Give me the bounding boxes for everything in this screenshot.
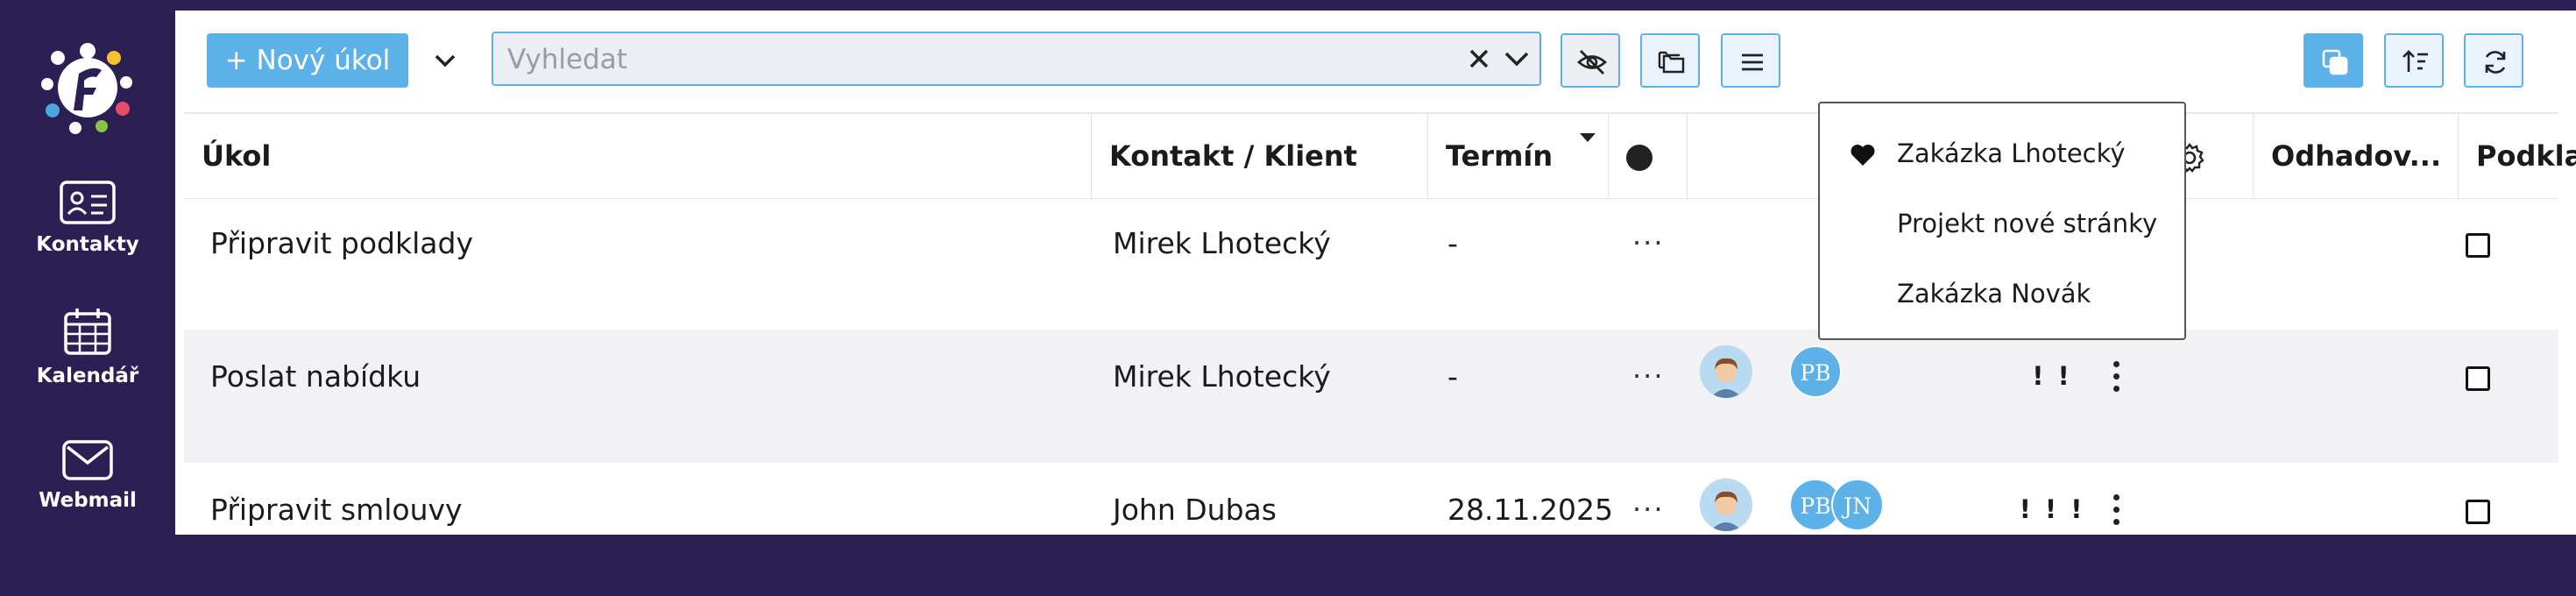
status-icon [1626,145,1652,171]
column-header-status[interactable] [1609,114,1688,198]
table-row[interactable]: Připravit smlouvy John Dubas 28.11.2025 … [184,463,2558,596]
refresh-button[interactable] [2464,33,2523,88]
hide-completed-button[interactable] [1560,33,1620,88]
dropdown-item[interactable]: Zakázka Novák [1820,261,2184,331]
eye-off-icon [1577,50,1607,74]
chevron-down-icon[interactable] [421,37,470,86]
sidebar-item-kalendar[interactable]: Kalendář [0,307,175,387]
avatar[interactable] [1700,345,1752,398]
app-logo[interactable] [39,39,137,137]
documents-checkbox[interactable] [2466,366,2490,391]
deadline: - [1447,359,1458,394]
chevron-down-icon[interactable] [1503,46,1531,72]
column-header-task[interactable]: Úkol [184,114,1092,198]
sort-button[interactable] [2384,33,2444,88]
main-panel: + Nový úkol Vyhledat Úkol Kontakt / Klie… [175,11,2576,535]
contact-name[interactable]: John Dubas [1113,493,1277,527]
documents-checkbox[interactable] [2466,233,2490,258]
new-task-button[interactable]: + Nový úkol [207,33,408,88]
mail-icon [62,440,113,480]
projects-button[interactable] [1640,33,1700,88]
task-name[interactable]: Poslat nabídku [210,359,421,394]
folders-icon [1658,51,1685,74]
sort-icon [2403,50,2428,72]
assignee-initials[interactable]: PB [1789,345,1842,398]
documents-checkbox[interactable] [2466,500,2490,524]
refresh-icon [2485,51,2506,74]
column-header-deadline[interactable]: Termín [1428,114,1609,198]
copy-icon [2322,49,2348,75]
toolbar: + Nový úkol [175,11,2576,112]
copy-button[interactable] [2304,33,2363,88]
contact-name[interactable]: Mirek Lhotecký [1113,226,1331,260]
column-header-label: Termín [1446,139,1553,173]
sort-desc-icon[interactable] [1578,131,1597,144]
table-header: Úkol Kontakt / Klient Termín Odhadov... … [184,112,2576,199]
close-icon[interactable] [1466,46,1492,72]
more-icon[interactable]: ··· [1632,226,1665,259]
dropdown-item-label: Zakázka Novák [1897,279,2091,309]
kebab-menu-icon[interactable] [2113,494,2120,529]
more-icon[interactable]: ··· [1632,493,1665,526]
projects-dropdown: Zakázka Lhotecký Projekt nové stránky Za… [1818,102,2186,340]
user-avatar-icon [1700,479,1752,531]
sidebar-item-kontakty[interactable]: Kontakty [0,181,175,256]
contact-card-icon [60,181,116,224]
priority-indicator: ! ! ! [2019,494,2085,524]
deadline: 28.11.2025 [1447,493,1613,527]
kebab-menu-icon[interactable] [2113,361,2120,396]
menu-button[interactable] [1721,33,1780,88]
task-name[interactable]: Připravit smlouvy [210,493,463,527]
sidebar-item-label: Kontakty [36,233,139,256]
table-row[interactable]: Připravit podklady Mirek Lhotecký - ··· … [184,196,2558,330]
search-box [492,32,1541,86]
table-row[interactable]: Poslat nabídku Mirek Lhotecký - ··· PB !… [184,330,2558,463]
column-header-documents[interactable]: Podklady [2459,114,2576,198]
deadline: - [1447,226,1458,260]
sidebar-item-label: Kalendář [36,365,139,387]
hamburger-icon [1742,53,1763,71]
task-name[interactable]: Připravit podklady [210,226,473,260]
search-input[interactable] [506,33,1438,86]
contact-name[interactable]: Mirek Lhotecký [1113,359,1331,394]
dropdown-item-label: Projekt nové stránky [1897,209,2158,238]
column-header-contact[interactable]: Kontakt / Klient [1092,114,1428,198]
dropdown-item[interactable]: Projekt nové stránky [1820,191,2184,261]
sidebar-item-webmail[interactable]: Webmail [0,440,175,512]
column-header-estimate[interactable]: Odhadov... [2254,114,2459,198]
heart-icon [1851,145,1875,166]
more-icon[interactable]: ··· [1632,359,1665,393]
assignee-initials[interactable]: JN [1831,479,1884,531]
priority-indicator: ! ! [2032,361,2072,391]
dropdown-item[interactable]: Zakázka Lhotecký [1820,121,2184,191]
sidebar: Kontakty Kalendář Webmail [0,0,175,535]
sidebar-item-label: Webmail [39,489,137,512]
user-avatar-icon [1700,345,1752,398]
avatar[interactable] [1700,479,1752,531]
dropdown-item-label: Zakázka Lhotecký [1897,138,2126,168]
calendar-icon [64,309,111,355]
